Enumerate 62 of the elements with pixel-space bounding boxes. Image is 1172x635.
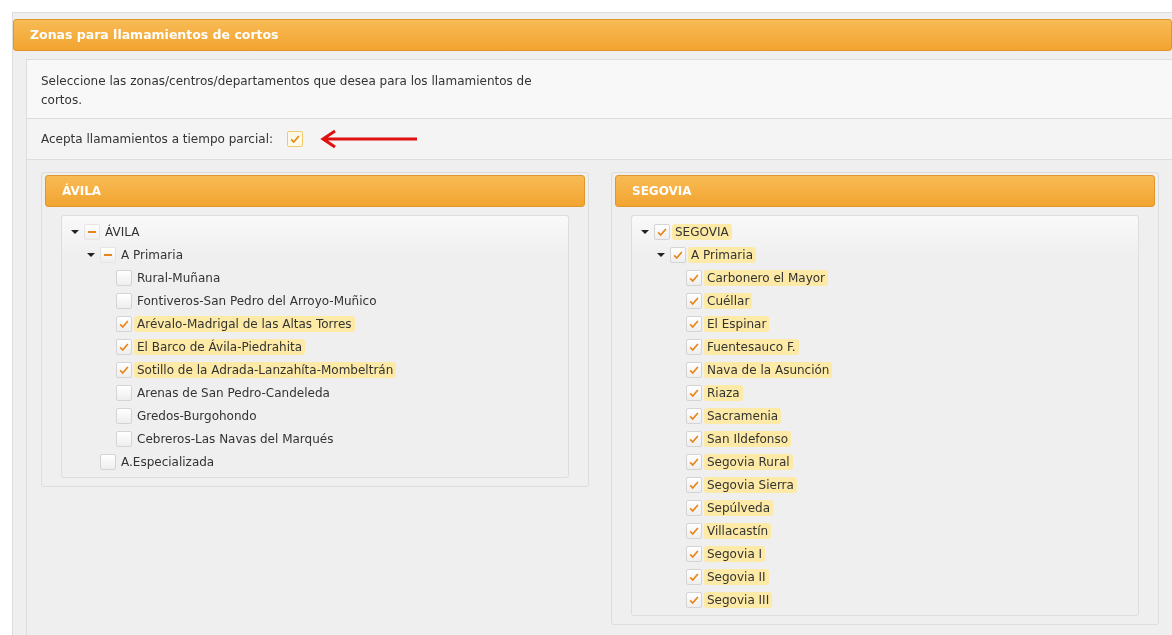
instructions-text: Seleccione las zonas/centros/departamentos que desea para los llamamientos de cortos. [41, 73, 533, 109]
zone-header: ÁVILA [45, 175, 585, 207]
tree-item-label[interactable]: A Primaria [118, 246, 186, 263]
tree-item-label[interactable]: Carbonero el Mayor [704, 269, 829, 286]
tree-checkbox[interactable] [686, 361, 702, 378]
tree-checkbox[interactable] [116, 315, 132, 332]
tree-item-label[interactable]: ÁVILA [102, 223, 143, 240]
tree-checkbox[interactable] [686, 407, 702, 424]
tree-checkbox[interactable] [116, 292, 132, 309]
tree-item-label[interactable]: San Ildefonso [704, 430, 792, 447]
tree-checkbox[interactable] [116, 407, 132, 424]
tree-item-label[interactable]: Sepúlveda [704, 499, 773, 516]
tree-checkbox[interactable] [116, 269, 132, 286]
tree-item-label[interactable]: Arévalo-Madrigal de las Altas Torres [134, 315, 355, 332]
section-header: Zonas para llamamientos de cortos [13, 19, 1172, 51]
tree-checkbox[interactable] [100, 246, 116, 263]
tree-checkbox[interactable] [100, 453, 116, 470]
tree-item-label[interactable]: Riaza [704, 384, 743, 401]
tree-item-label[interactable]: Arenas de San Pedro-Candeleda [134, 384, 333, 401]
tree-item-label[interactable]: Segovia Rural [704, 453, 793, 470]
tree-checkbox[interactable] [116, 361, 132, 378]
tree-checkbox[interactable] [686, 522, 702, 539]
tree-item-label[interactable]: Cebreros-Las Navas del Marqués [134, 430, 337, 447]
tree-item-label[interactable]: Nava de la Asunción [704, 361, 833, 378]
tree-checkbox[interactable] [686, 453, 702, 470]
tree-checkbox[interactable] [686, 476, 702, 493]
tree-checkbox[interactable] [116, 430, 132, 447]
tree-item-label[interactable]: Segovia I [704, 545, 766, 562]
tree-checkbox[interactable] [686, 545, 702, 562]
partial-time-label: Acepta llamamientos a tiempo parcial: [41, 132, 273, 146]
tree-checkbox[interactable] [670, 246, 686, 263]
tree-item-label[interactable]: A Primaria [688, 246, 756, 263]
tree-item-label[interactable]: Rural-Muñana [134, 269, 224, 286]
tree-checkbox[interactable] [654, 223, 670, 240]
tree-checkbox[interactable] [686, 384, 702, 401]
tree-checkbox[interactable] [116, 384, 132, 401]
zone-header: SEGOVIA [615, 175, 1155, 207]
partial-time-checkbox[interactable] [287, 131, 303, 147]
tree-item-label[interactable]: Gredos-Burgohondo [134, 407, 260, 424]
tree-item-label[interactable]: Sacramenia [704, 407, 782, 424]
tree-checkbox[interactable] [686, 430, 702, 447]
tree-item-label[interactable]: Sotillo de la Adrada-Lanzahíta-Mombeltrán [134, 361, 397, 378]
tree-item-label[interactable]: SEGOVIA [672, 223, 732, 240]
tree-checkbox[interactable] [686, 499, 702, 516]
tree-item-label[interactable]: Segovia II [704, 568, 769, 585]
tree-checkbox[interactable] [686, 338, 702, 355]
tree-item-label[interactable]: A.Especializada [118, 453, 218, 470]
tree-item-label[interactable]: Segovia III [704, 591, 773, 608]
tree-item-label[interactable]: Villacastín [704, 522, 772, 539]
tree-checkbox[interactable] [84, 223, 100, 240]
tree-item-label[interactable]: Fuentesauco F. [704, 338, 799, 355]
tree-checkbox[interactable] [686, 292, 702, 309]
tree-checkbox[interactable] [686, 315, 702, 332]
tree-item-label[interactable]: Fontiveros-San Pedro del Arroyo-Muñico [134, 292, 380, 309]
tree-item-label[interactable]: El Barco de Ávila-Piedrahita [134, 338, 306, 355]
tree-item-label[interactable]: Cuéllar [704, 292, 753, 309]
tree-item-label[interactable]: Segovia Sierra [704, 476, 797, 493]
tree-checkbox[interactable] [686, 269, 702, 286]
tree-checkbox[interactable] [116, 338, 132, 355]
tree-item-label[interactable]: El Espinar [704, 315, 770, 332]
tree-checkbox[interactable] [686, 591, 702, 608]
tree-checkbox[interactable] [686, 568, 702, 585]
